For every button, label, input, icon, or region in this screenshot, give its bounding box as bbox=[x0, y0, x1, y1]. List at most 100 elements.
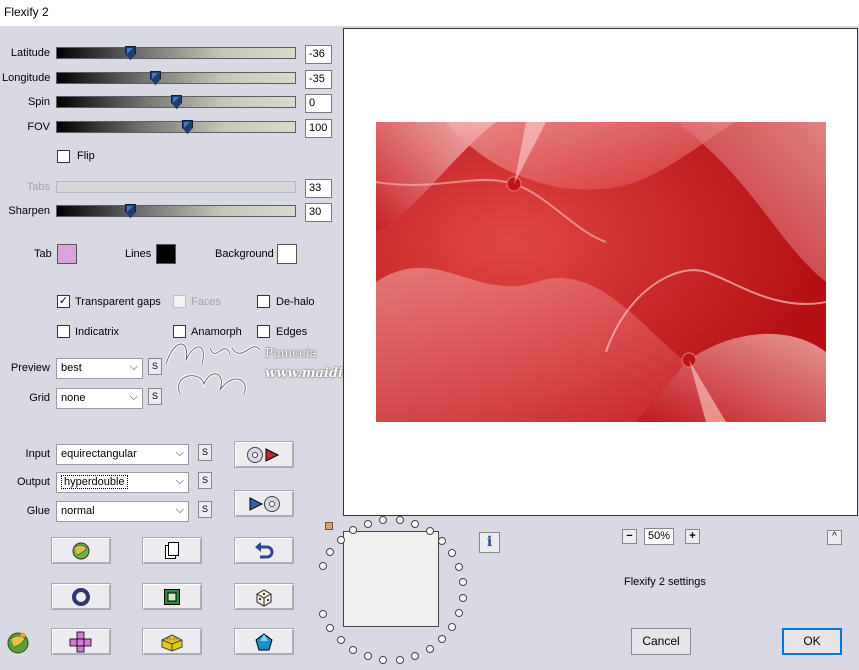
background-color-swatch[interactable] bbox=[277, 244, 297, 264]
dial-dot[interactable] bbox=[319, 562, 327, 570]
dial-dot[interactable] bbox=[364, 520, 372, 528]
dial-dot[interactable] bbox=[349, 526, 357, 534]
arrow-right-disc-icon bbox=[249, 495, 280, 512]
info-button[interactable]: i bbox=[479, 532, 500, 553]
sharpen-slider[interactable] bbox=[56, 204, 296, 218]
copy-pages-icon bbox=[165, 541, 179, 559]
cube-net-button[interactable] bbox=[51, 628, 111, 655]
tabs-value[interactable]: 33 bbox=[305, 179, 332, 198]
main-preview[interactable] bbox=[343, 28, 858, 516]
grid-select[interactable]: none ⌵ bbox=[56, 388, 143, 409]
glue-s-button[interactable]: S bbox=[198, 501, 212, 518]
input-s-button[interactable]: S bbox=[198, 444, 212, 461]
copy-input-to-output-button[interactable] bbox=[234, 441, 294, 468]
zoom-in-button[interactable]: + bbox=[685, 529, 700, 544]
fov-thumb[interactable] bbox=[182, 120, 193, 134]
spin-value[interactable]: 0 bbox=[305, 94, 332, 113]
output-s-button[interactable]: S bbox=[198, 472, 212, 489]
output-select-value: hyperdouble bbox=[61, 475, 128, 489]
copy-button[interactable] bbox=[142, 537, 202, 564]
globe-icon bbox=[72, 542, 90, 559]
dial-dot[interactable] bbox=[337, 636, 345, 644]
dial-dot[interactable] bbox=[459, 578, 467, 586]
dice-icon bbox=[256, 588, 272, 607]
preview-select-label: Preview bbox=[10, 362, 50, 374]
latitude-slider[interactable] bbox=[56, 46, 296, 60]
longitude-thumb[interactable] bbox=[150, 71, 161, 85]
dial-dot[interactable] bbox=[448, 623, 456, 631]
dial-dot[interactable] bbox=[319, 610, 327, 618]
indicatrix-checkbox[interactable] bbox=[57, 325, 70, 338]
collapse-button[interactable]: ^ bbox=[827, 530, 842, 545]
output-select-label: Output bbox=[16, 476, 50, 488]
latitude-thumb[interactable] bbox=[125, 46, 136, 60]
chevron-down-icon: ⌵ bbox=[175, 475, 184, 487]
longitude-value[interactable]: -35 bbox=[305, 70, 332, 89]
lines-color-label: Lines bbox=[125, 248, 152, 260]
latitude-value[interactable]: -36 bbox=[305, 45, 332, 64]
dial-dot[interactable] bbox=[411, 652, 419, 660]
dial-dot[interactable] bbox=[411, 520, 419, 528]
flip-checkbox[interactable] bbox=[57, 150, 70, 163]
tab-color-swatch[interactable] bbox=[57, 244, 77, 264]
fov-slider[interactable] bbox=[56, 120, 296, 134]
spin-label: Spin bbox=[27, 96, 50, 108]
lines-color-swatch[interactable] bbox=[156, 244, 176, 264]
faces-checkbox[interactable] bbox=[173, 295, 186, 308]
preview-select-value: best bbox=[61, 362, 82, 374]
box-button[interactable] bbox=[142, 628, 202, 655]
polyhedron-button[interactable] bbox=[234, 628, 294, 655]
dial-dot[interactable] bbox=[337, 536, 345, 544]
copy-output-to-input-button[interactable] bbox=[234, 490, 294, 517]
dial-dot[interactable] bbox=[379, 656, 387, 664]
transparent-gaps-label: Transparent gaps bbox=[75, 296, 161, 308]
tabs-slider[interactable] bbox=[56, 181, 296, 193]
faces-label: Faces bbox=[191, 296, 221, 308]
dial-dot[interactable] bbox=[326, 548, 334, 556]
dial-dot[interactable] bbox=[455, 609, 463, 617]
dial-dot[interactable] bbox=[426, 527, 434, 535]
rotation-handle[interactable] bbox=[325, 522, 333, 530]
random-preset-button[interactable] bbox=[51, 537, 111, 564]
ok-button[interactable]: OK bbox=[782, 628, 842, 655]
frame-view-button[interactable] bbox=[142, 583, 202, 610]
glue-select[interactable]: normal ⌵ bbox=[56, 501, 189, 522]
dial-dot[interactable] bbox=[396, 656, 404, 664]
dial-dot[interactable] bbox=[455, 563, 463, 571]
spin-thumb[interactable] bbox=[171, 95, 182, 109]
cancel-button[interactable]: Cancel bbox=[631, 628, 691, 655]
de-halo-label: De-halo bbox=[276, 296, 315, 308]
longitude-slider[interactable] bbox=[56, 71, 296, 85]
undo-button[interactable] bbox=[234, 537, 294, 564]
dial-dot[interactable] bbox=[349, 646, 357, 654]
dial-dot[interactable] bbox=[426, 645, 434, 653]
dial-dot[interactable] bbox=[459, 594, 467, 602]
dial-dot[interactable] bbox=[396, 516, 404, 524]
sharpen-thumb[interactable] bbox=[125, 204, 136, 218]
dial-dot[interactable] bbox=[326, 624, 334, 632]
dial-dot[interactable] bbox=[448, 549, 456, 557]
de-halo-checkbox[interactable] bbox=[257, 295, 270, 308]
zoom-out-button[interactable]: − bbox=[622, 529, 637, 544]
tabs-label: Tabs bbox=[26, 181, 50, 193]
settings-label: Flexify 2 settings bbox=[624, 576, 706, 588]
dial-dot[interactable] bbox=[438, 635, 446, 643]
dial-dot[interactable] bbox=[364, 652, 372, 660]
watermark-name: Pinuccia bbox=[265, 346, 317, 360]
randomize-button[interactable] bbox=[234, 583, 294, 610]
fov-label: FOV bbox=[27, 121, 50, 133]
navigator-thumbnail[interactable] bbox=[343, 531, 439, 627]
fov-value[interactable]: 100 bbox=[305, 119, 332, 138]
dial-dot[interactable] bbox=[379, 516, 387, 524]
preview-select[interactable]: best ⌵ bbox=[56, 358, 143, 379]
globe-logo-icon bbox=[7, 632, 29, 654]
sphere-view-button[interactable] bbox=[51, 583, 111, 610]
sharpen-value[interactable]: 30 bbox=[305, 203, 332, 222]
input-select-value: equirectangular bbox=[61, 448, 137, 460]
dial-dot[interactable] bbox=[438, 537, 446, 545]
transparent-gaps-checkbox[interactable]: ✓ bbox=[57, 295, 70, 308]
spin-slider[interactable] bbox=[56, 95, 296, 109]
input-select[interactable]: equirectangular ⌵ bbox=[56, 444, 189, 465]
output-select[interactable]: hyperdouble ⌵ bbox=[56, 472, 189, 493]
disc-arrow-right-icon bbox=[247, 446, 280, 463]
